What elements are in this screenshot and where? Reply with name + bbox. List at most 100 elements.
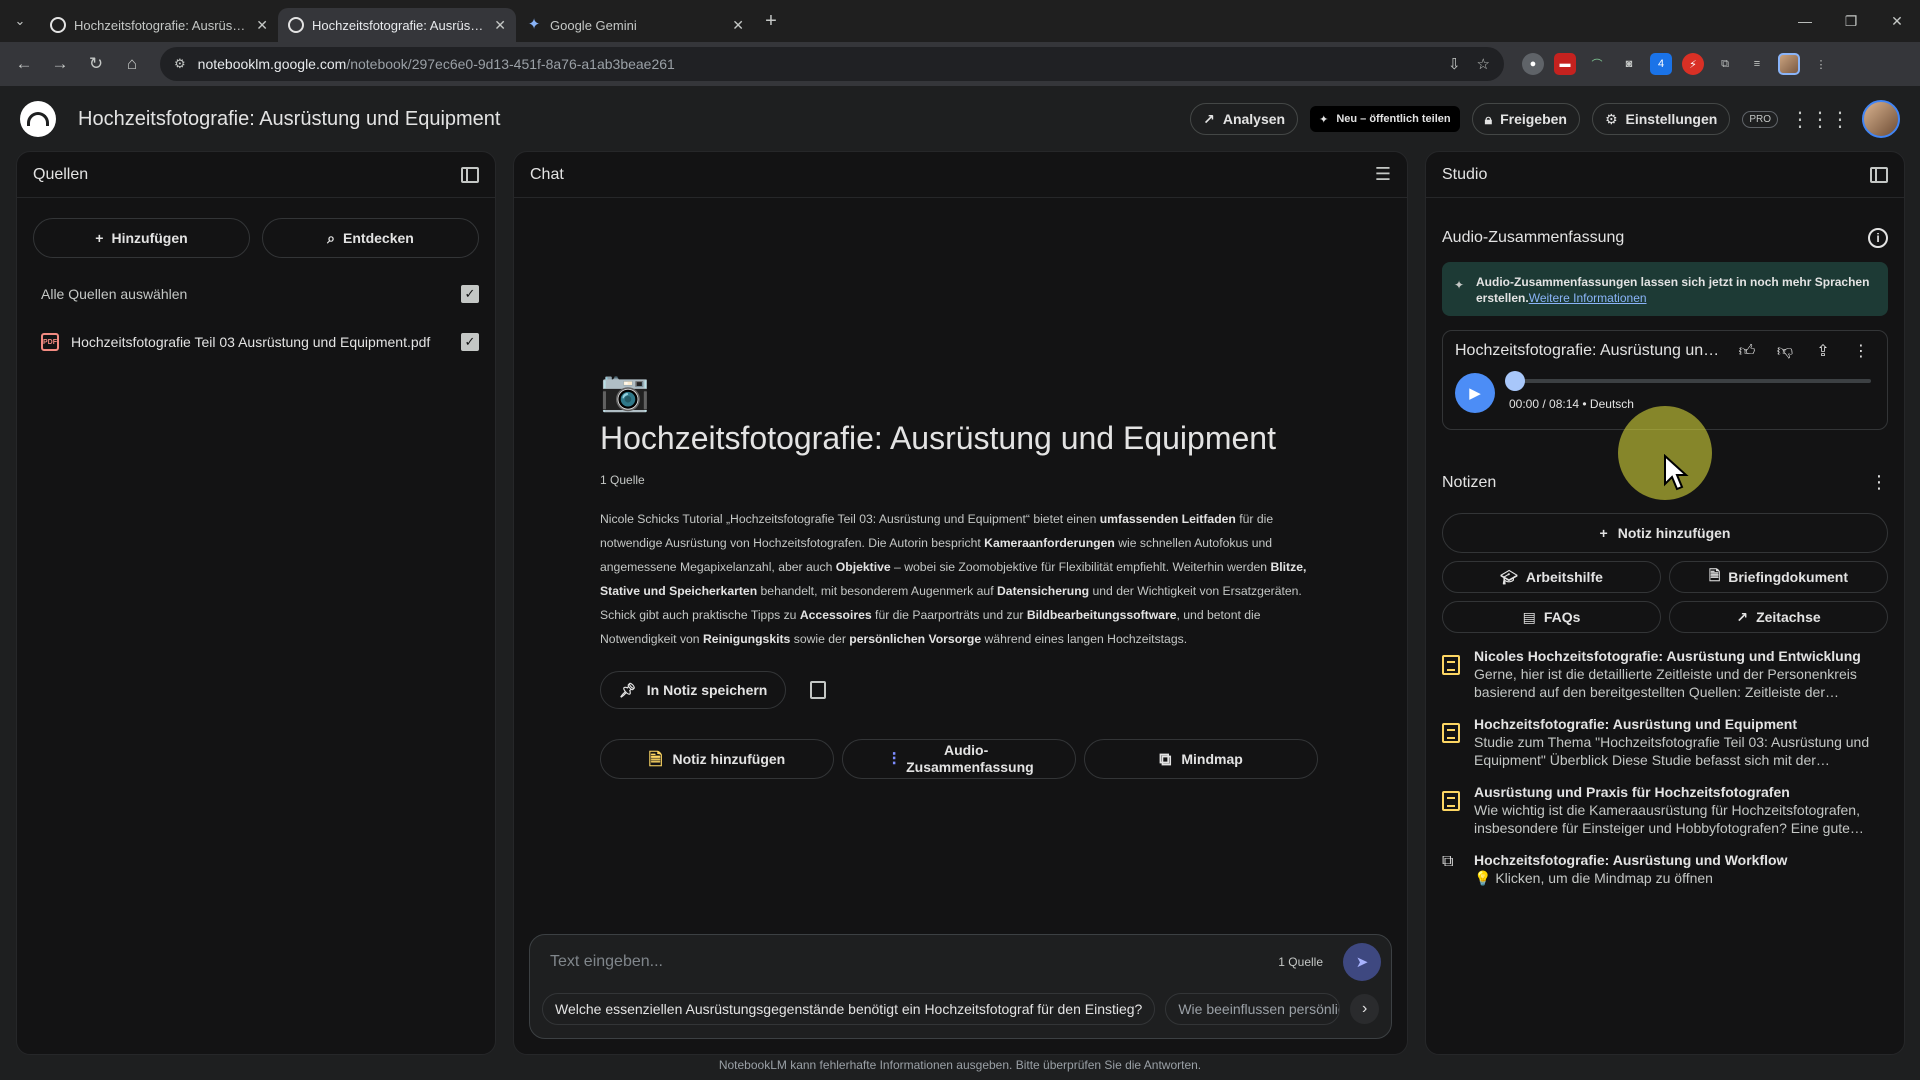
extension-icon[interactable]: ▬ (1554, 53, 1576, 75)
camera-emoji-icon: 📷 (600, 369, 650, 413)
extension-icon[interactable]: ⚡ (1682, 53, 1704, 75)
minimize-icon[interactable]: — (1782, 0, 1828, 42)
browser-tab[interactable]: Hochzeitsfotografie: Ausrüstun ✕ (40, 8, 278, 42)
address-bar[interactable]: ⚙ notebooklm.google.com/notebook/297ec6e… (160, 47, 1504, 81)
source-item[interactable]: PDF Hochzeitsfotografie Teil 03 Ausrüstu… (17, 330, 495, 354)
media-control-icon[interactable]: ≡ (1746, 53, 1768, 75)
play-icon[interactable]: ▶ (1455, 373, 1495, 413)
note-icon: 🗎 (648, 749, 663, 769)
browser-tab-active[interactable]: Hochzeitsfotografie: Ausrüstun ✕ (278, 8, 516, 42)
browser-tab[interactable]: ✦ Google Gemini ✕ (516, 8, 754, 42)
add-note-button[interactable]: + Notiz hinzufügen (1442, 513, 1888, 553)
audio-overview-quick-button[interactable]: ⫶ Audio-Zusammenfassung (842, 739, 1076, 779)
notes-menu-icon[interactable]: ⋮ (1870, 472, 1888, 493)
notebooklm-logo-icon[interactable] (20, 101, 56, 137)
back-icon[interactable]: ← (8, 48, 40, 80)
thumbs-up-icon[interactable]: 👍︎ (1733, 342, 1761, 361)
note-item[interactable]: Hochzeitsfotografie: Ausrüstung und Equi… (1426, 715, 1904, 769)
chat-input[interactable] (550, 953, 1279, 971)
close-tab-icon[interactable]: ✕ (494, 17, 506, 34)
input-source-count: 1 Quelle (1278, 955, 1323, 969)
app-header: Hochzeitsfotografie: Ausrüstung und Equi… (0, 86, 1920, 152)
extension-icon[interactable]: ● (1522, 53, 1544, 75)
note-preview: Studie zum Thema "Hochzeitsfotografie Te… (1474, 734, 1870, 768)
url-host: notebooklm.google.com (197, 56, 347, 72)
source-checkbox[interactable]: ✓ (461, 333, 479, 351)
studio-title: Studio (1442, 165, 1488, 183)
discover-sources-button[interactable]: ⌕ Entdecken (262, 218, 479, 258)
collapse-panel-icon[interactable] (1870, 166, 1888, 183)
suggested-question[interactable]: Welche essenziellen Ausrüstungsgegenstän… (542, 993, 1156, 1025)
learn-more-link[interactable]: Weitere Informationen (1529, 291, 1647, 305)
share-icon[interactable]: ⇪ (1809, 341, 1837, 361)
tab-search-icon[interactable]: ⌄ (0, 0, 40, 42)
note-preview: Wie wichtig ist die Kameraausrüstung für… (1474, 802, 1864, 836)
notebooklm-favicon-icon (288, 17, 304, 33)
collapse-panel-icon[interactable] (461, 166, 479, 183)
extension-icon[interactable]: ⌒ (1586, 53, 1608, 75)
note-preview: 💡 Klicken, um die Mindmap zu öffnen (1474, 870, 1713, 886)
audio-section-header: Audio-Zusammenfassung i (1426, 228, 1904, 248)
studio-header: Studio (1426, 152, 1904, 198)
bookmark-star-icon[interactable]: ☆ (1477, 55, 1490, 73)
mindmap-icon: ⧉ (1159, 749, 1172, 769)
mindmap-quick-button[interactable]: ⧉ Mindmap (1084, 739, 1318, 779)
copy-icon[interactable] (810, 681, 827, 699)
spark-icon: ✦ (1454, 278, 1465, 292)
suggested-question[interactable]: Wie beeinflussen persönliche (1165, 993, 1341, 1025)
apps-grid-icon[interactable]: ⋮⋮⋮ (1790, 107, 1850, 132)
progress-handle[interactable] (1505, 371, 1525, 391)
note-title: Hochzeitsfotografie: Ausrüstung und Work… (1474, 852, 1788, 868)
extensions-area: ● ▬ ⌒ ◙ 4 ⚡ ⧉ ≡ ⋮ (1522, 53, 1832, 75)
mouse-cursor-icon (1664, 454, 1689, 491)
close-window-icon[interactable]: ✕ (1874, 0, 1920, 42)
send-icon[interactable]: ➤ (1343, 943, 1381, 981)
analytics-button[interactable]: ↗ Analysen (1190, 103, 1299, 135)
notebook-summary: Nicole Schicks Tutorial „Hochzeitsfotogr… (600, 512, 1307, 646)
home-icon[interactable]: ⌂ (116, 48, 148, 80)
add-source-button[interactable]: + Hinzufügen (33, 218, 250, 258)
study-guide-button[interactable]: 🎓︎ Arbeitshilfe (1442, 561, 1661, 593)
faq-button[interactable]: ▤ FAQs (1442, 601, 1661, 633)
lock-icon: 🔒︎ (1484, 110, 1493, 127)
audio-progress-bar[interactable] (1505, 371, 1871, 391)
select-all-sources[interactable]: Alle Quellen auswählen ✓ (17, 282, 495, 306)
thumbs-down-icon[interactable]: 👎︎ (1771, 342, 1799, 361)
chat-panel: Chat ☰ 📷 Hochzeitsfotografie: Ausrüstung… (513, 151, 1408, 1055)
browser-menu-icon[interactable]: ⋮ (1810, 53, 1832, 75)
add-note-quick-button[interactable]: 🗎 Notiz hinzufügen (600, 739, 834, 779)
reload-icon[interactable]: ↻ (80, 48, 112, 80)
settings-button[interactable]: ⚙ Einstellungen (1591, 103, 1731, 135)
profile-avatar[interactable] (1778, 53, 1800, 75)
document-icon: 🗎 (1708, 567, 1721, 583)
share-button[interactable]: 🔒︎ Freigeben (1471, 103, 1580, 135)
notebook-title[interactable]: Hochzeitsfotografie: Ausrüstung und Equi… (78, 108, 500, 131)
restore-icon[interactable]: ❐ (1828, 0, 1874, 42)
mindmap-note-item[interactable]: ⧉ Hochzeitsfotografie: Ausrüstung und Wo… (1426, 851, 1904, 887)
chevron-right-icon[interactable]: › (1350, 994, 1379, 1024)
notebooklm-favicon-icon (50, 17, 66, 33)
url-path: /notebook/297ec6e0-9d13-451f-8a76-a1ab3b… (346, 56, 675, 72)
chat-input-box: 1 Quelle ➤ Welche essenziellen Ausrüstun… (529, 934, 1392, 1039)
account-avatar[interactable] (1862, 100, 1900, 138)
extension-icon[interactable]: 4 (1650, 53, 1672, 75)
info-icon[interactable]: i (1868, 228, 1888, 248)
briefing-doc-button[interactable]: 🗎 Briefingdokument (1669, 561, 1888, 593)
chat-title: Chat (530, 165, 564, 183)
close-tab-icon[interactable]: ✕ (256, 17, 268, 34)
forward-icon[interactable]: → (44, 48, 76, 80)
save-to-note-button[interactable]: 📌︎ In Notiz speichern (600, 671, 787, 709)
public-share-button[interactable]: ✦ Neu – öffentlich teilen (1310, 106, 1460, 132)
chat-settings-icon[interactable]: ☰ (1375, 164, 1391, 185)
more-options-icon[interactable]: ⋮ (1847, 341, 1875, 361)
extensions-puzzle-icon[interactable]: ⧉ (1714, 53, 1736, 75)
timeline-button[interactable]: ↗ Zeitachse (1669, 601, 1888, 633)
camera-extension-icon[interactable]: ◙ (1618, 53, 1640, 75)
note-item[interactable]: Nicoles Hochzeitsfotografie: Ausrüstung … (1426, 647, 1904, 701)
site-info-icon[interactable]: ⚙ (174, 56, 186, 72)
install-app-icon[interactable]: ⇩ (1448, 55, 1461, 73)
new-tab-icon[interactable]: + (754, 10, 788, 33)
note-item[interactable]: Ausrüstung und Praxis für Hochzeitsfotog… (1426, 783, 1904, 837)
close-tab-icon[interactable]: ✕ (732, 17, 744, 34)
select-all-checkbox[interactable]: ✓ (461, 285, 479, 303)
